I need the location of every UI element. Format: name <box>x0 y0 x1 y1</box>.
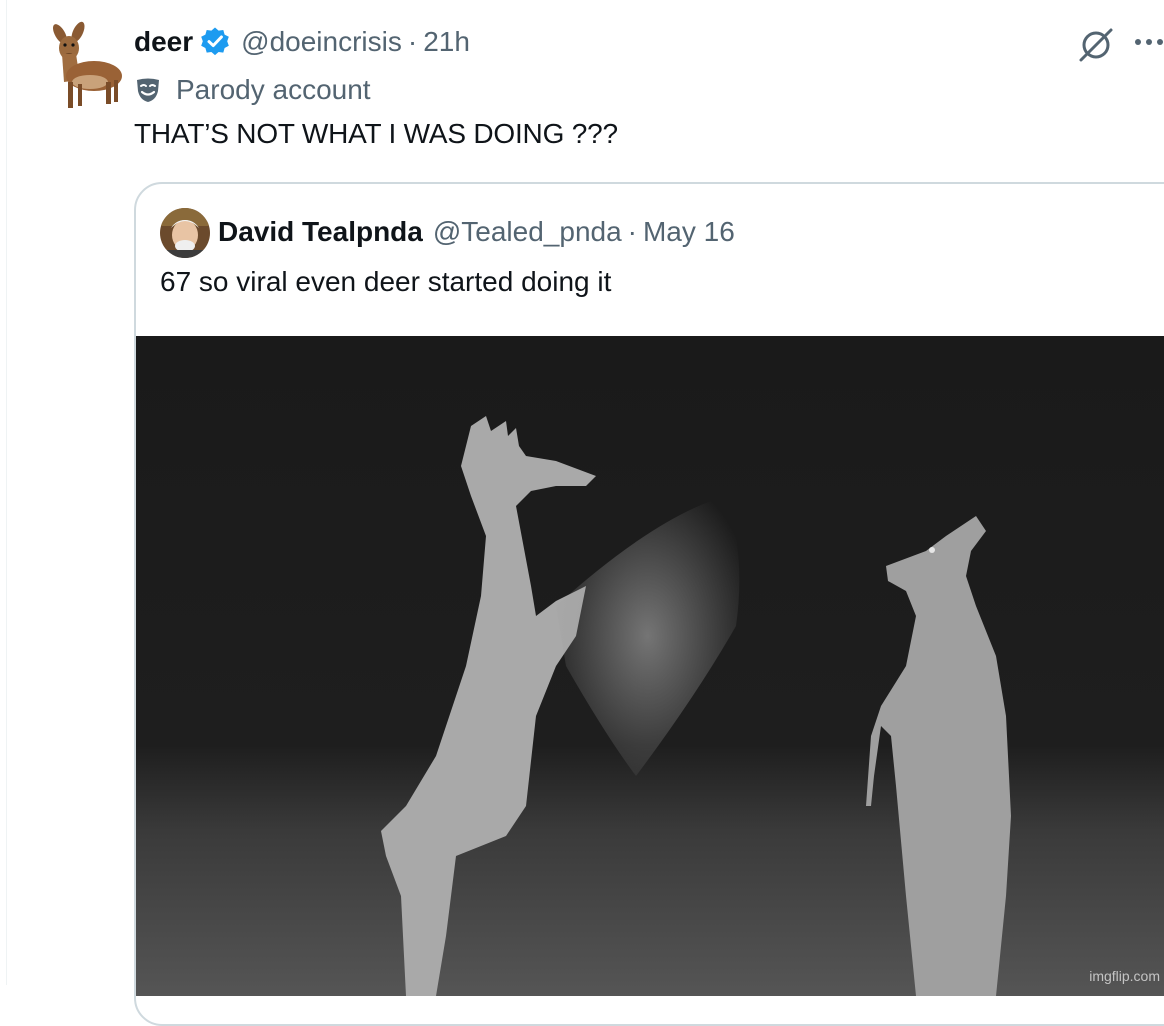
timeline-rule <box>6 0 7 985</box>
parody-label: Parody account <box>176 74 371 105</box>
trail-cam-image <box>136 336 1164 996</box>
post-header: deer @doeincrisis · 21h <box>134 22 470 62</box>
quoted-post-header: David Tealpnda @Tealed_pnda · May 16 <box>218 212 735 252</box>
quoted-post-card[interactable]: David Tealpnda @Tealed_pnda · May 16 67 … <box>134 182 1164 1026</box>
quoted-author-name[interactable]: David Tealpnda <box>218 216 423 248</box>
post-timestamp[interactable]: 21h <box>423 26 470 58</box>
author-avatar[interactable] <box>40 20 126 110</box>
verified-badge-icon <box>199 26 231 58</box>
quoted-post-text: 67 so viral even deer started doing it <box>160 266 612 297</box>
quoted-author-handle[interactable]: @Tealed_pnda <box>433 216 622 248</box>
post-text: THAT’S NOT WHAT I WAS DOING ??? <box>134 118 618 149</box>
separator-dot: · <box>627 216 637 247</box>
quoted-post-date[interactable]: May 16 <box>643 216 735 248</box>
quoted-author-avatar[interactable] <box>160 208 210 258</box>
parody-label-row: Parody account <box>134 72 371 108</box>
author-handle[interactable]: @doeincrisis <box>241 26 402 58</box>
parody-mask-icon <box>134 76 162 104</box>
separator-dot: · <box>407 26 418 57</box>
grok-icon[interactable] <box>1078 27 1114 63</box>
more-icon[interactable] <box>1134 35 1164 49</box>
quoted-post-media[interactable]: imgflip.com <box>136 336 1164 996</box>
author-name[interactable]: deer <box>134 26 193 58</box>
media-watermark: imgflip.com <box>1089 968 1160 984</box>
